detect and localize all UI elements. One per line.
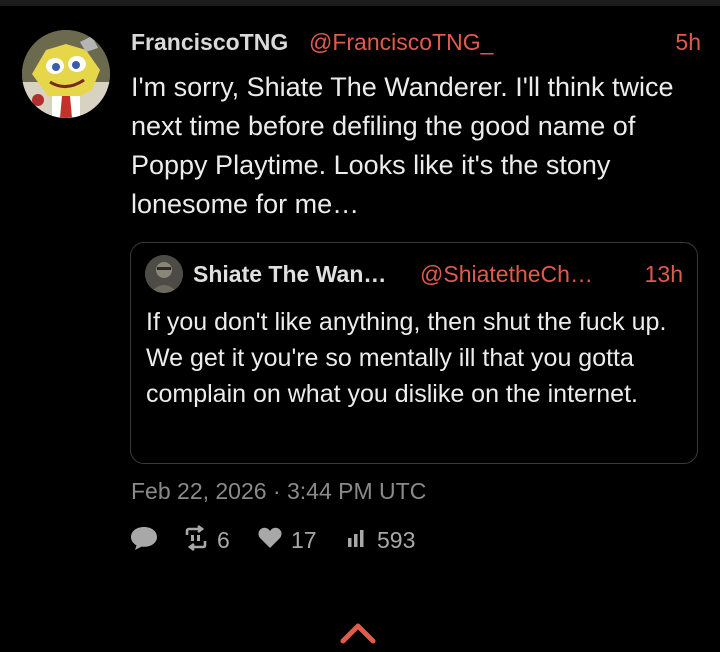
quoted-tweet-time-ago[interactable]: 13h: [645, 261, 683, 288]
quoted-tweet-text: If you don't like anything, then shut th…: [146, 308, 667, 408]
tweet-actions: 6 17 593: [129, 524, 529, 556]
quoted-author-display-name[interactable]: Shiate The Wan…: [193, 261, 386, 288]
scroll-to-top-button[interactable]: [339, 620, 377, 644]
tweet-time-ago[interactable]: 5h: [675, 29, 701, 56]
retweet-count: 6: [217, 526, 230, 553]
heart-icon: [257, 526, 283, 555]
chevron-up-icon: [339, 623, 377, 648]
tweet-timestamp[interactable]: Feb 22, 2026 · 3:44 PM UTC: [131, 478, 426, 505]
like-count: 17: [291, 526, 317, 553]
reply-button[interactable]: [129, 524, 159, 556]
author-avatar[interactable]: [22, 30, 110, 118]
views-button[interactable]: 593: [347, 524, 415, 556]
tweet-header: FranciscoTNG @FranciscoTNG_ 5h: [131, 26, 701, 60]
spongebob-avatar-image: [22, 30, 110, 118]
retweet-button[interactable]: 6: [183, 524, 230, 556]
retweet-icon: [183, 524, 209, 556]
quoted-tweet-card[interactable]: Shiate The Wan… @ShiatetheCh… 13h If you…: [130, 242, 698, 464]
author-handle[interactable]: @FranciscoTNG_: [309, 29, 493, 56]
user-avatar-image: [145, 255, 183, 293]
bar-chart-icon: [347, 528, 369, 553]
quoted-author-handle[interactable]: @ShiatetheCh…: [420, 261, 593, 288]
speech-bubble-icon: [129, 524, 159, 557]
author-display-name[interactable]: FranciscoTNG: [131, 29, 288, 56]
top-divider: [0, 0, 720, 6]
tweet-text: I'm sorry, Shiate The Wanderer. I'll thi…: [131, 72, 674, 219]
views-count: 593: [377, 526, 416, 553]
quoted-author-avatar[interactable]: [145, 255, 183, 293]
like-button[interactable]: 17: [257, 524, 317, 556]
